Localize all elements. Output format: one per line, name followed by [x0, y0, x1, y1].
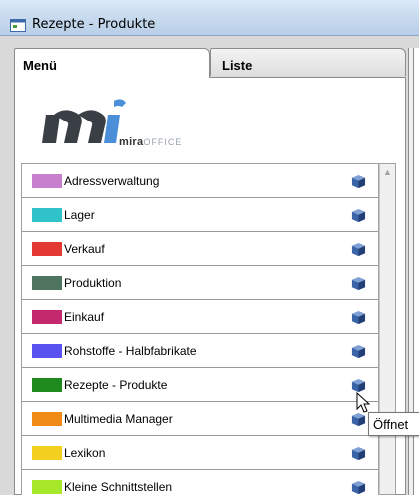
tab-liste[interactable]: Liste [210, 48, 406, 76]
list-item[interactable]: Rohstoffe - Halbfabrikate [22, 334, 378, 368]
list-item[interactable]: Adressverwaltung [22, 164, 378, 198]
open-cube-icon[interactable] [351, 446, 366, 461]
open-cube-icon[interactable] [351, 242, 366, 257]
list-item-label: Multimedia Manager [64, 412, 173, 426]
logo-wordmark: miraOFFICE [119, 136, 183, 148]
list-item-label: Kleine Schnittstellen [64, 480, 173, 494]
list-item-label: Adressverwaltung [64, 174, 160, 188]
window-title: Rezepte - Produkte [32, 17, 156, 32]
scroll-up-arrow-icon[interactable]: ▲ [380, 164, 395, 180]
list-item-label: Rohstoffe - Halbfabrikate [64, 344, 197, 358]
open-cube-icon[interactable] [351, 344, 366, 359]
module-color-swatch [32, 344, 62, 358]
open-cube-icon[interactable] [351, 208, 366, 223]
module-color-swatch [32, 378, 62, 392]
open-cube-icon[interactable] [351, 174, 366, 189]
app-window-icon [10, 19, 26, 32]
open-cube-icon[interactable] [351, 412, 366, 427]
list-item-label: Einkauf [64, 310, 105, 324]
open-cube-icon[interactable] [351, 378, 366, 393]
list-scrollbar[interactable]: ▲ [379, 163, 396, 495]
module-color-swatch [32, 480, 62, 494]
module-list: Adressverwaltung Lager Verkauf Produktion Ei… [21, 163, 379, 495]
list-item[interactable]: Lager [22, 198, 378, 232]
list-item[interactable]: Verkauf [22, 232, 378, 266]
list-item[interactable]: Kleine Schnittstellen [22, 470, 378, 495]
open-cube-icon[interactable] [351, 310, 366, 325]
module-color-swatch [32, 242, 62, 256]
list-item[interactable]: Multimedia Manager [22, 402, 378, 436]
module-color-swatch [32, 276, 62, 290]
list-item-label: Produktion [64, 276, 122, 290]
module-color-swatch [32, 446, 62, 460]
list-item[interactable]: Lexikon [22, 436, 378, 470]
list-item[interactable]: Produktion [22, 266, 378, 300]
open-cube-icon[interactable] [351, 480, 366, 495]
open-cube-icon[interactable] [351, 276, 366, 291]
list-item-label: Verkauf [64, 242, 105, 256]
title-bar: Rezepte - Produkte [0, 0, 419, 36]
list-item-label: Rezepte - Produkte [64, 378, 168, 392]
mouse-pointer-icon [356, 392, 371, 413]
module-color-swatch [32, 412, 62, 426]
list-item[interactable]: Einkauf [22, 300, 378, 334]
list-item-label: Lager [64, 208, 95, 222]
tab-menu[interactable]: Menü [14, 48, 210, 78]
list-item[interactable]: Rezepte - Produkte [22, 368, 378, 402]
module-color-swatch [32, 174, 62, 188]
tooltip: Öffnet [368, 412, 419, 436]
module-color-swatch [32, 208, 62, 222]
list-item-label: Lexikon [64, 446, 106, 460]
module-color-swatch [32, 310, 62, 324]
